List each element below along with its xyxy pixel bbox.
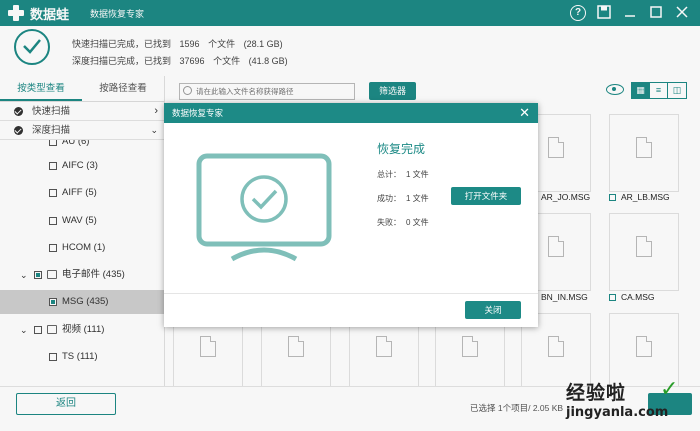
total-row: 总计： 1 文件	[377, 170, 429, 179]
close-button[interactable]: 关闭	[465, 301, 521, 319]
open-folder-button[interactable]: 打开文件夹	[451, 187, 521, 205]
dialog-heading: 恢复完成	[377, 142, 426, 156]
recovery-complete-dialog: 数据恢复专家 ✕ 恢复完成 总计： 1 文件 成功： 1 文件 失败： 0 文件…	[164, 103, 538, 327]
check-mark-icon: ✓	[660, 376, 679, 401]
monitor-check-icon	[196, 153, 332, 266]
watermark-url: jingyanla.com	[566, 405, 669, 420]
fail-row: 失败： 0 文件	[377, 218, 429, 227]
success-row: 成功： 1 文件	[377, 194, 429, 203]
dialog-title: 数据恢复专家	[172, 108, 224, 118]
close-icon[interactable]: ✕	[519, 103, 530, 123]
watermark-text: 经验啦	[566, 383, 627, 404]
watermark: 经验啦 ✓ jingyanla.com	[566, 376, 696, 428]
dialog-title-bar: 数据恢复专家 ✕	[164, 103, 538, 123]
dialog-divider	[164, 293, 538, 294]
